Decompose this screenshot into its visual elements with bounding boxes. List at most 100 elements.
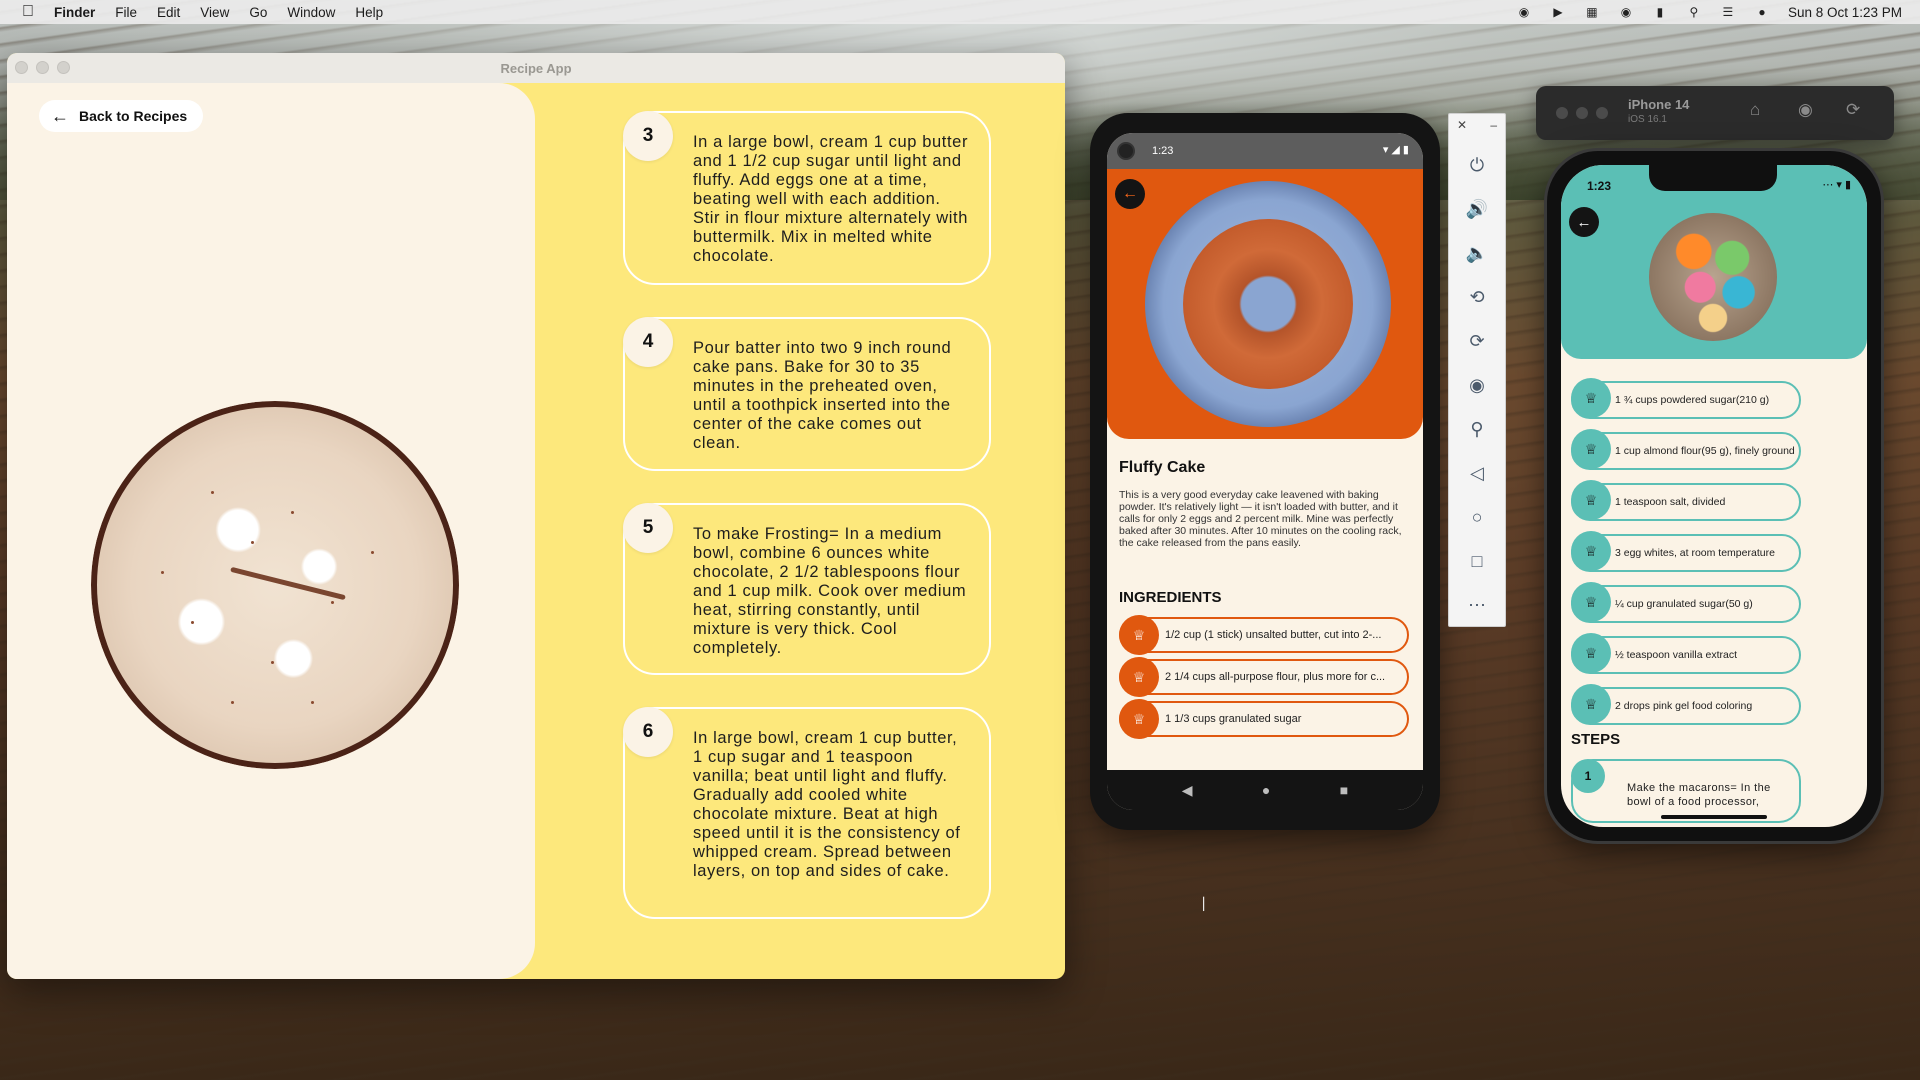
menu-bar:  Finder File Edit View Go Window Help ◉… [0,0,1920,24]
wifi-signal-battery-icon: ▾ ◢ ▮ [1382,144,1409,156]
chef-hat-icon: ♕ [1571,633,1611,673]
volume-down-icon[interactable]: 🔈 [1462,238,1492,268]
control-center-icon[interactable]: ☰ [1720,5,1736,19]
chef-hat-icon: ♕ [1571,429,1611,469]
step-card: 3 In a large bowl, cream 1 cup butter an… [623,111,991,285]
android-ingredient-item[interactable]: ♕ 1/2 cup (1 stick) unsalted butter, cut… [1119,615,1409,655]
ingredient-label: 1 1/3 cups granulated sugar [1165,713,1302,725]
volume-up-icon[interactable]: 🔊 [1462,194,1492,224]
nav-overview-icon[interactable]: ■ [1340,782,1348,798]
back-icon[interactable]: ◁ [1462,458,1492,488]
simulator-os-version: iOS 16.1 [1628,114,1667,125]
window-titlebar[interactable]: Recipe App [7,53,1065,83]
step-card: 4 Pour batter into two 9 inch round cake… [623,317,991,471]
battery-icon[interactable]: ▮ [1652,5,1668,19]
simulator-device-name: iPhone 14 [1628,97,1690,112]
power-icon[interactable]: ⏻ [1462,150,1492,180]
ios-recipe-hero [1561,165,1867,359]
screenshot-icon[interactable]: ◉ [1798,100,1813,120]
menu-view[interactable]: View [200,5,229,20]
menu-help[interactable]: Help [355,5,383,20]
ios-ingredient-item[interactable]: ♕ ½ teaspoon vanilla extract [1571,633,1801,674]
menu-window[interactable]: Window [287,5,335,20]
step-card: 6 In large bowl, cream 1 cup butter, 1 c… [623,707,991,919]
apple-menu-icon[interactable]:  [18,2,38,22]
iphone-simulator: 1:23 ⋯ ▾ ▮ ← ♕ 1 ¾ cups powdered sugar(2… [1544,148,1884,844]
back-to-recipes-button[interactable]: ← Back to Recipes [39,100,204,132]
step-text: Pour batter into two 9 inch round cake p… [693,339,952,452]
rotate-icon[interactable]: ⟳ [1846,100,1860,120]
camera-icon[interactable]: ◉ [1462,370,1492,400]
step-number: 6 [623,707,673,757]
ios-ingredient-item[interactable]: ♕ ¼ cup granulated sugar(50 g) [1571,582,1801,623]
step-text: In a large bowl, cream 1 cup butter and … [693,133,969,265]
android-time: 1:23 [1152,145,1174,157]
ios-step-card: 1 Make the macarons= In the bowl of a fo… [1571,759,1801,823]
menu-edit[interactable]: Edit [157,5,180,20]
ios-back-button[interactable]: ← [1569,207,1599,237]
recipe-image-panel: ← Back to Recipes [7,83,535,979]
chef-hat-icon: ♕ [1119,657,1159,697]
iphone-screen: 1:23 ⋯ ▾ ▮ ← ♕ 1 ¾ cups powdered sugar(2… [1561,165,1867,827]
nav-back-icon[interactable]: ◀ [1182,782,1193,799]
minimize-icon[interactable]: – [1490,118,1497,132]
home-indicator[interactable] [1661,815,1767,819]
chef-hat-icon: ♕ [1119,615,1159,655]
bundt-cake-image [1183,219,1353,389]
nav-home-icon[interactable]: ● [1262,782,1270,798]
ios-ingredient-item[interactable]: ♕ 1 cup almond flour(95 g), finely groun… [1571,429,1801,470]
step-text: To make Frosting= In a medium bowl, comb… [693,525,967,657]
ios-ingredient-item[interactable]: ♕ 3 egg whites, at room temperature [1571,531,1801,572]
ios-ingredient-item[interactable]: ♕ 1 ¾ cups powdered sugar(210 g) [1571,378,1801,419]
headphones-icon[interactable]: ◉ [1618,5,1634,19]
android-status-bar: 1:23 ▾ ◢ ▮ [1107,133,1423,169]
ios-ingredient-item[interactable]: ♕ 1 teaspoon salt, divided [1571,480,1801,521]
android-ingredient-item[interactable]: ♕ 2 1/4 cups all-purpose flour, plus mor… [1119,657,1409,697]
toolbar-header: ✕ – [1449,114,1505,136]
chef-hat-icon: ♕ [1571,582,1611,622]
home-icon[interactable]: ○ [1462,502,1492,532]
play-icon[interactable]: ▶ [1550,5,1566,19]
ios-steps-heading: STEPS [1571,731,1621,748]
android-recipe-hero [1107,169,1423,439]
recipe-app-window: Recipe App ← Back to Recipes 3 In a larg… [7,53,1065,979]
close-window-button[interactable] [15,61,28,74]
android-ingredient-item[interactable]: ♕ 1 1/3 cups granulated sugar [1119,699,1409,739]
ingredient-label: 1 cup almond flour(95 g), finely ground [1615,445,1795,457]
zoom-window-button[interactable] [57,61,70,74]
siri-icon[interactable]: ● [1754,5,1770,19]
step-text: Make the macarons= In the bowl of a food… [1627,782,1771,808]
android-back-button[interactable]: ← [1115,179,1145,209]
macarons-image [1649,213,1777,341]
step-number: 3 [623,111,673,161]
menu-file[interactable]: File [115,5,137,20]
overview-icon[interactable]: □ [1462,546,1492,576]
more-icon[interactable]: ⋯ [1462,590,1492,620]
menu-datetime[interactable]: Sun 8 Oct 1:23 PM [1788,5,1902,20]
menu-go[interactable]: Go [249,5,267,20]
window-title: Recipe App [500,60,572,76]
rotate-right-icon[interactable]: ⟳ [1462,326,1492,356]
zoom-icon[interactable]: ⚲ [1462,414,1492,444]
record-icon[interactable]: ◉ [1516,5,1532,19]
simulator-zoom-button[interactable] [1596,107,1608,119]
android-screen: 1:23 ▾ ◢ ▮ ← Fluffy Cake This is a very … [1107,133,1423,810]
menu-app-name[interactable]: Finder [54,5,95,20]
step-card: 5 To make Frosting= In a medium bowl, co… [623,503,991,675]
step-number: 4 [623,317,673,367]
android-nav-bar: ◀ ● ■ [1107,770,1423,810]
minimize-window-button[interactable] [36,61,49,74]
step-text: In large bowl, cream 1 cup butter, 1 cup… [693,729,961,880]
android-emulator: 1:23 ▾ ◢ ▮ ← Fluffy Cake This is a very … [1090,113,1440,830]
home-icon[interactable]: ⌂ [1750,100,1760,120]
window-controls [15,61,70,74]
close-icon[interactable]: ✕ [1457,118,1467,132]
search-icon[interactable]: ⚲ [1686,5,1702,19]
ios-ingredient-item[interactable]: ♕ 2 drops pink gel food coloring [1571,684,1801,725]
simulator-minimize-button[interactable] [1576,107,1588,119]
front-camera-icon [1117,142,1135,160]
ingredient-label: 2 1/4 cups all-purpose flour, plus more … [1165,671,1386,683]
calendar-icon[interactable]: ▦ [1584,5,1600,19]
rotate-left-icon[interactable]: ⟲ [1462,282,1492,312]
simulator-close-button[interactable] [1556,107,1568,119]
